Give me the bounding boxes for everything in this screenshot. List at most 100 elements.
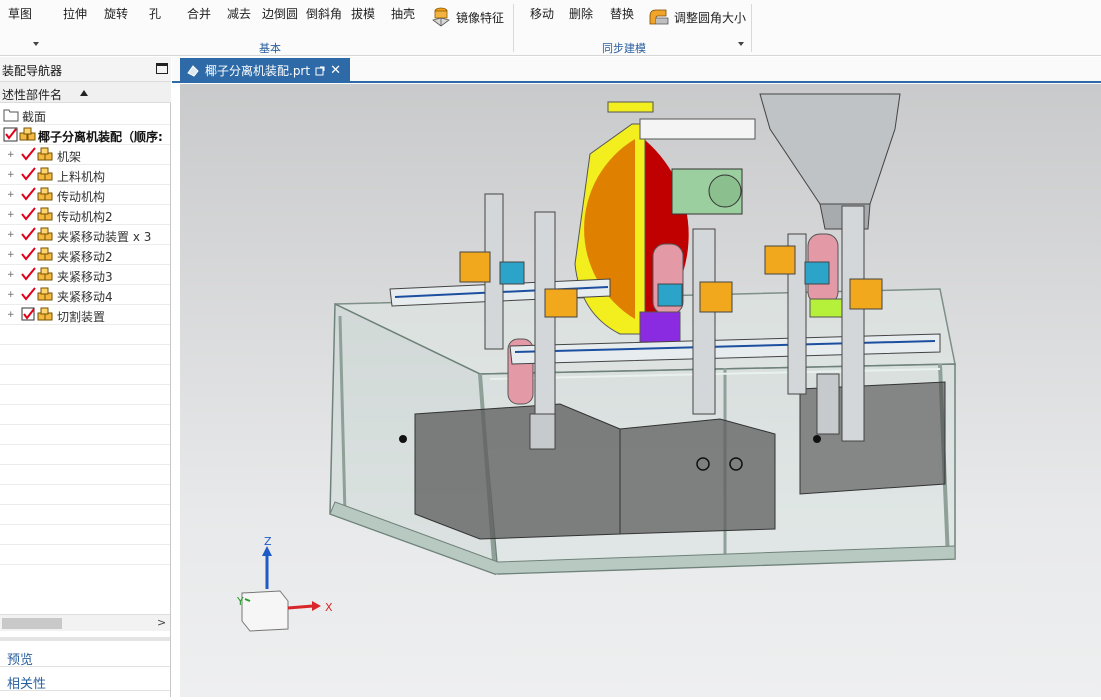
mirror-feature-button[interactable]: 镜像特征 <box>430 6 504 28</box>
tree-row-label: 上料机构 <box>57 170 106 184</box>
expand-icon[interactable]: + <box>7 310 15 320</box>
empty-tree-row <box>0 545 170 565</box>
tree-row-label: 夹紧移动3 <box>57 270 113 284</box>
chamfer-button[interactable]: 倒斜角 <box>306 5 342 22</box>
ribbon: 草图 拉伸 旋转 孔 合并 减去 边倒圆 倒斜角 拔模 抽壳 镜像特征 基本 移… <box>0 0 1101 56</box>
empty-tree-row <box>0 405 170 425</box>
tree-row-label: 切割装置 <box>57 310 106 324</box>
component-icon <box>37 227 53 241</box>
float-window-icon[interactable] <box>315 66 325 76</box>
tree-row-label: 截面 <box>22 110 47 124</box>
expand-icon[interactable]: + <box>7 170 15 180</box>
checkbox-checked-icon[interactable] <box>20 226 36 242</box>
sketch-button[interactable]: 草图 <box>8 5 32 22</box>
navigator-horizontal-scrollbar[interactable]: > <box>0 614 170 631</box>
component-icon <box>37 307 53 321</box>
sync-modeling-dropdown-arrow[interactable] <box>738 42 744 46</box>
resize-blend-button[interactable]: 调整圆角大小 <box>648 6 746 28</box>
expand-icon[interactable]: + <box>7 150 15 160</box>
panel-splitter[interactable] <box>0 637 170 641</box>
checkbox-checked-icon[interactable] <box>20 246 36 262</box>
empty-tree-row <box>0 325 170 345</box>
tree-row-label: 传动机构2 <box>57 210 113 224</box>
tree-row-part[interactable]: + 传动机构 <box>0 185 170 205</box>
maximize-icon[interactable] <box>156 63 168 74</box>
tree-row-part[interactable]: + 夹紧移动4 <box>0 285 170 305</box>
expand-icon[interactable]: + <box>7 290 15 300</box>
unite-button[interactable]: 合并 <box>187 5 211 22</box>
tab-assembly-file[interactable]: 椰子分离机装配.prt ✕ <box>180 58 350 83</box>
scrollbar-thumb[interactable] <box>2 618 62 629</box>
scroll-right-icon[interactable]: > <box>157 616 166 629</box>
navigator-title-bar: 装配导航器 <box>0 57 171 82</box>
dependencies-panel-label: 相关性 <box>7 677 47 692</box>
tree-row-part[interactable]: + 上料机构 <box>0 165 170 185</box>
graphics-viewport[interactable]: Z Y X <box>180 84 1101 697</box>
tab-title: 椰子分离机装配.prt <box>205 64 311 78</box>
shell-button[interactable]: 抽壳 <box>391 5 415 22</box>
checkbox-checked-icon[interactable] <box>20 206 36 222</box>
checkbox-checked-icon[interactable] <box>3 127 18 142</box>
sort-ascending-icon <box>80 90 88 96</box>
extrude-button[interactable]: 拉伸 <box>63 5 87 22</box>
close-tab-icon[interactable]: ✕ <box>330 63 341 78</box>
sketch-dropdown-arrow[interactable] <box>33 42 39 46</box>
revolve-button[interactable]: 旋转 <box>104 5 128 22</box>
checkbox-checked-icon[interactable] <box>20 286 36 302</box>
empty-tree-row <box>0 345 170 365</box>
dependencies-panel[interactable]: 相关性 <box>0 669 170 692</box>
part-file-icon <box>187 64 199 77</box>
checkbox-checked-icon[interactable] <box>20 306 36 322</box>
empty-tree-row <box>0 525 170 545</box>
mirror-feature-icon <box>432 7 450 27</box>
tree-row-part[interactable]: + 机架 <box>0 145 170 165</box>
draft-button[interactable]: 拔模 <box>351 5 375 22</box>
navigator-title: 装配导航器 <box>2 64 63 78</box>
triad-y-label: Y <box>236 595 244 608</box>
expand-icon[interactable]: + <box>7 270 15 280</box>
edge-blend-button[interactable]: 边倒圆 <box>262 5 298 22</box>
group-separator <box>513 4 514 52</box>
preview-panel-label: 预览 <box>7 653 34 668</box>
tree-row-part[interactable]: + 切割装置 <box>0 305 170 325</box>
expand-icon[interactable]: + <box>7 230 15 240</box>
tree-row-label: 椰子分离机装配（顺序: <box>38 130 163 144</box>
checkbox-checked-icon[interactable] <box>20 186 36 202</box>
preview-panel[interactable]: 预览 <box>0 645 170 668</box>
checkbox-checked-icon[interactable] <box>20 146 36 162</box>
tree-row-part[interactable]: + 夹紧移动装置 x 3 <box>0 225 170 245</box>
expand-icon[interactable]: + <box>7 250 15 260</box>
empty-tree-row <box>0 425 170 445</box>
replace-button[interactable]: 替换 <box>610 5 634 22</box>
triad-z-label: Z <box>264 535 272 548</box>
mirror-feature-label: 镜像特征 <box>456 10 505 25</box>
tree-row-part[interactable]: + 夹紧移动3 <box>0 265 170 285</box>
tree-row-part[interactable]: + 夹紧移动2 <box>0 245 170 265</box>
navigator-column-header[interactable]: 述性部件名 <box>0 82 171 103</box>
tree-row-label: 夹紧移动装置 x 3 <box>57 230 152 244</box>
tree-row-label: 夹紧移动4 <box>57 290 113 304</box>
component-icon <box>37 287 53 301</box>
hole-button[interactable]: 孔 <box>149 5 161 22</box>
tree-row-sections[interactable]: 截面 <box>0 105 170 125</box>
component-icon <box>37 247 53 261</box>
resize-blend-icon <box>649 9 669 25</box>
tree-row-root-assembly[interactable]: 椰子分离机装配（顺序: <box>0 125 170 145</box>
tree-row-label: 传动机构 <box>57 190 106 204</box>
expand-icon[interactable]: + <box>7 210 15 220</box>
component-icon <box>37 207 53 221</box>
assembly-icon <box>19 127 36 141</box>
checkbox-checked-icon[interactable] <box>20 266 36 282</box>
coordinate-triad <box>241 546 321 632</box>
assembly-model-render: Z Y X <box>236 93 956 632</box>
group-label-sync-modeling: 同步建模 <box>602 42 646 55</box>
feed-hopper <box>759 93 901 230</box>
assembly-navigator: 装配导航器 述性部件名 截面 椰子分离机装配（顺序: + 机架 + 上料机构 +… <box>0 57 171 697</box>
tree-row-part[interactable]: + 传动机构2 <box>0 205 170 225</box>
expand-icon[interactable]: + <box>7 190 15 200</box>
checkbox-checked-icon[interactable] <box>20 166 36 182</box>
move-button[interactable]: 移动 <box>530 5 554 22</box>
empty-tree-row <box>0 485 170 505</box>
delete-button[interactable]: 删除 <box>569 5 593 22</box>
subtract-button[interactable]: 减去 <box>227 5 251 22</box>
